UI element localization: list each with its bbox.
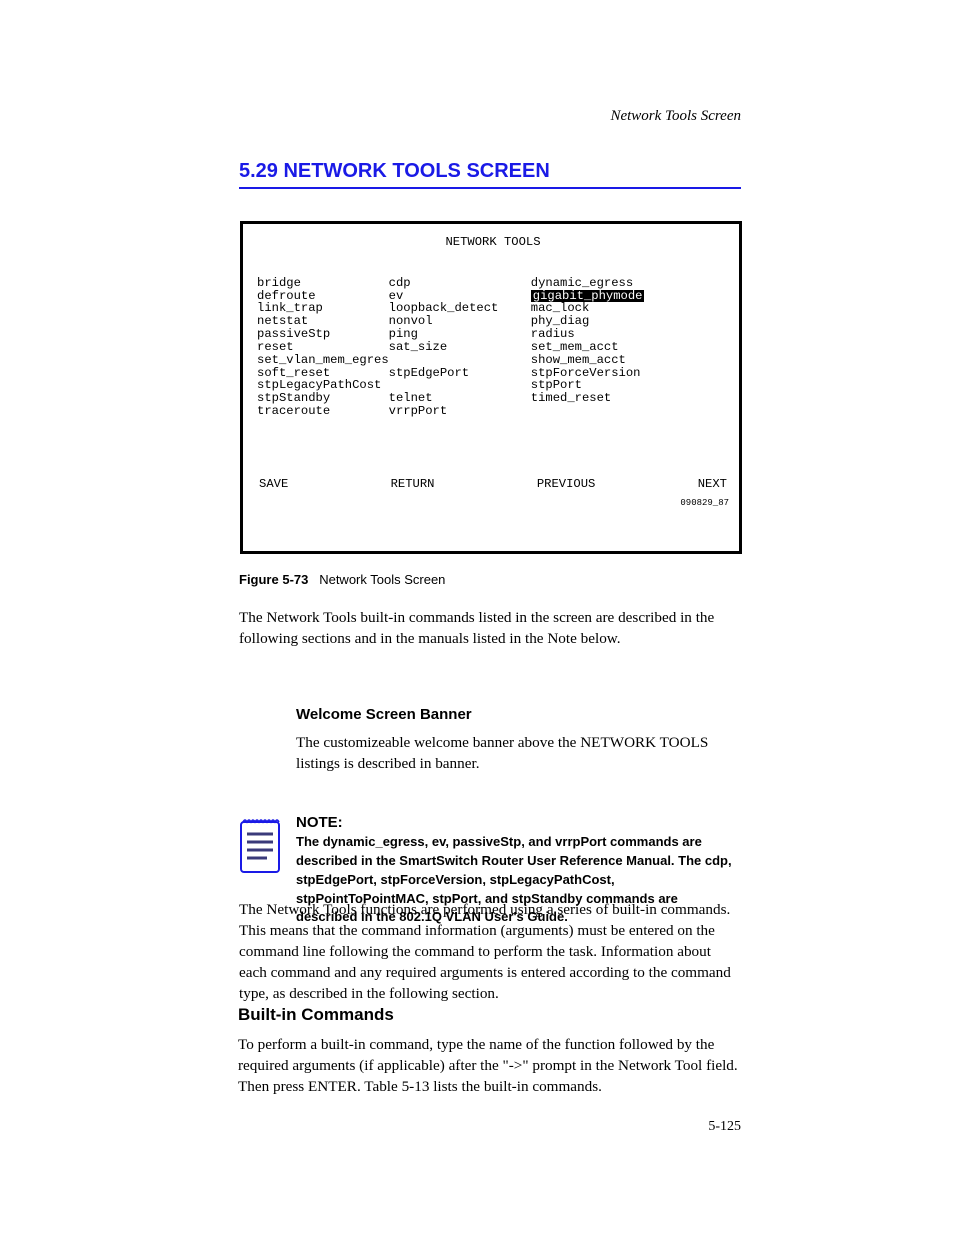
functions-paragraph: The Network Tools functions are performe… <box>239 900 741 1005</box>
running-header: Network Tools Screen <box>610 108 741 125</box>
figure-caption-label: Figure 5-73 <box>239 572 308 587</box>
page-number: 5-125 <box>708 1119 741 1135</box>
welcome-banner-text: The customizeable welcome banner above t… <box>296 733 741 775</box>
screenshot-footer-previous: PREVIOUS <box>537 478 596 491</box>
intro-paragraph: The Network Tools built-in commands list… <box>239 608 741 650</box>
screenshot-footer-save: SAVE <box>259 478 288 491</box>
builtin-commands-heading: Built-in Commands <box>238 1005 394 1025</box>
screenshot-footer-next: NEXT <box>698 478 727 491</box>
notepad-icon <box>239 814 281 874</box>
figure-caption-text: Network Tools Screen <box>319 572 445 587</box>
screenshot-footer: SAVE RETURN PREVIOUS NEXT <box>257 478 729 491</box>
screenshot-col-right: dynamic_egressgigabit_phymodemac_lockphy… <box>531 277 729 418</box>
terminal-screenshot: NETWORK TOOLS bridge cdpdefroute evlink_… <box>240 221 742 554</box>
builtin-commands-paragraph: To perform a built-in command, type the … <box>238 1035 741 1098</box>
screenshot-fig-number: 090829_87 <box>257 499 729 508</box>
note-label: NOTE: <box>296 814 741 831</box>
page: Network Tools Screen 5.29 NETWORK TOOLS … <box>0 0 954 1235</box>
screenshot-title: NETWORK TOOLS <box>257 236 729 249</box>
section-title: 5.29 NETWORK TOOLS SCREEN <box>239 160 741 189</box>
welcome-banner-heading: Welcome Screen Banner <box>296 706 472 723</box>
figure-caption: Figure 5-73 Network Tools Screen <box>239 572 741 587</box>
screenshot-footer-return: RETURN <box>391 478 435 491</box>
screenshot-col-left: bridge cdpdefroute evlink_trap loopback_… <box>257 277 531 418</box>
